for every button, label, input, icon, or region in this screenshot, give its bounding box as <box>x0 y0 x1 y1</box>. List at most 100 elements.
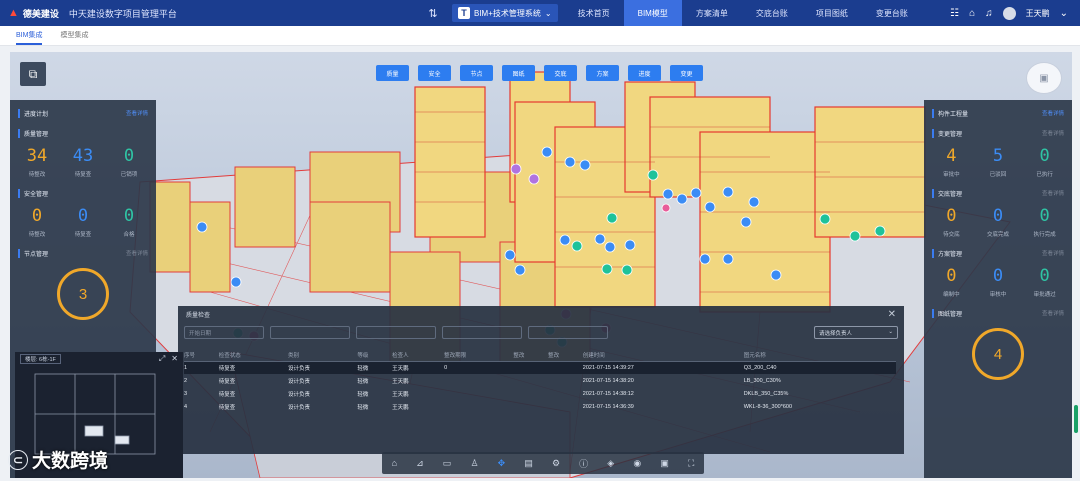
layer-filter-button[interactable]: 进度 <box>628 65 661 81</box>
close-icon[interactable]: ✕ <box>171 354 178 364</box>
scrollbar[interactable] <box>1074 405 1078 433</box>
column-header[interactable]: 图元名称 <box>743 349 896 362</box>
table-row[interactable]: 2 待复查 设计负责 轻微 王天鹏 2021-07-15 14:38:20 LB_300_C… <box>184 374 896 387</box>
column-header[interactable]: 序号 <box>184 349 219 362</box>
sub-tab[interactable]: BIM集成 <box>16 30 43 45</box>
walk-icon[interactable]: ♙ <box>470 458 478 469</box>
responsible-select[interactable]: 请选择负责人 ⌄ <box>814 326 898 339</box>
column-header[interactable]: 类别 <box>288 349 358 362</box>
table-filters: 开始日期 请选择负责人 ⌄ <box>178 322 904 343</box>
column-header[interactable]: 创建时间 <box>582 349 744 362</box>
sub-tab[interactable]: 模型集成 <box>60 30 88 45</box>
stat-item[interactable]: 0 交底完成 <box>979 206 1017 238</box>
username[interactable]: 王天鹏 <box>1026 8 1050 19</box>
filter-input[interactable] <box>442 326 522 339</box>
stat-item[interactable]: 0 审批通过 <box>1026 266 1064 298</box>
view-details-link[interactable]: 查看详情 <box>1042 109 1064 117</box>
stat-item[interactable]: 4 审批中 <box>932 146 970 178</box>
stat-item[interactable]: 0 待整改 <box>18 206 56 238</box>
table-cell: 2021-07-15 14:38:20 <box>582 377 634 384</box>
avatar[interactable] <box>1002 6 1016 20</box>
table-cell: WKL-8-36_300*600 <box>743 403 793 410</box>
view-details-link[interactable]: 查看详情 <box>126 109 148 117</box>
view-details-link[interactable]: 查看详情 <box>126 249 148 257</box>
close-icon[interactable]: ✕ <box>888 309 896 320</box>
view-details-link[interactable]: 查看详情 <box>1042 309 1064 317</box>
right-panel: 构件工程量 查看详情 变更管理 查看详情 4 审批中 5 已驳回 0 已执行 交底管理 查看详情 0 待交… <box>924 100 1072 478</box>
stat-item[interactable]: 0 待交底 <box>932 206 970 238</box>
explode-icon[interactable]: ◈ <box>607 458 614 469</box>
view-details-link[interactable]: 查看详情 <box>1042 129 1064 137</box>
layer-filter-button[interactable]: 安全 <box>418 65 451 81</box>
chevron-down-icon[interactable]: ⌄ <box>1060 8 1068 19</box>
layer-filter-button[interactable]: 变更 <box>670 65 703 81</box>
table-row[interactable]: 4 待复查 设计负责 轻微 王天鹏 2021-07-15 14:36:39 WKL-8-36… <box>184 400 896 413</box>
stat-item[interactable]: 0 已执行 <box>1026 146 1064 178</box>
column-header[interactable]: 检查状态 <box>218 349 289 362</box>
stat-item[interactable]: 5 已驳回 <box>979 146 1017 178</box>
table-row[interactable]: 3 待复查 设计负责 轻微 王天鹏 2021-07-15 14:38:12 DKLB_350… <box>184 387 896 400</box>
bell-icon[interactable]: ♫ <box>985 8 993 19</box>
layer-filter-button[interactable]: 交底 <box>544 65 577 81</box>
hierarchy-icon[interactable]: ⧉ <box>20 62 46 86</box>
nav-item[interactable]: 技术首页 <box>564 0 624 26</box>
column-header[interactable]: 检查人 <box>392 349 445 362</box>
nav-item[interactable]: 方案清单 <box>682 0 742 26</box>
brand: ▲ 德美建设 中天建设数字项目管理平台 <box>0 7 420 20</box>
layer-filter-button[interactable]: 图纸 <box>502 65 535 81</box>
floor-select[interactable]: 楼层: 6栋-1F <box>20 354 61 364</box>
panel-section-title: 安全管理 <box>18 188 48 198</box>
stat-item[interactable]: 0 编制中 <box>932 266 970 298</box>
table-cell <box>548 374 583 387</box>
nav-item[interactable]: 交底台账 <box>742 0 802 26</box>
layer-filter-button[interactable]: 方案 <box>586 65 619 81</box>
screenshot-icon[interactable]: ▣ <box>660 458 669 469</box>
section-icon[interactable]: ▭ <box>443 458 452 469</box>
stat-value: 0 <box>946 266 957 286</box>
column-header[interactable]: 整改 <box>548 349 583 362</box>
filter-input[interactable] <box>270 326 350 339</box>
panel-section-header: 节点管理 查看详情 <box>10 246 156 260</box>
switch-icon[interactable]: ⇅ <box>420 0 446 26</box>
home-icon[interactable]: ⌂ <box>969 8 975 19</box>
layer-filter-button[interactable]: 质量 <box>376 65 409 81</box>
nav-item[interactable]: 变更台账 <box>862 0 922 26</box>
camera-icon[interactable]: ◉ <box>633 458 641 469</box>
home-icon[interactable]: ⌂ <box>392 458 397 468</box>
filter-input[interactable] <box>528 326 608 339</box>
stat-item[interactable]: 34 待整改 <box>18 146 56 178</box>
chevron-down-icon: ⌄ <box>888 329 893 335</box>
layer-filter-button[interactable]: 节点 <box>460 65 493 81</box>
stat-value: 0 <box>31 206 43 226</box>
nav-item[interactable]: 项目图纸 <box>802 0 862 26</box>
stat-item[interactable]: 43 待复查 <box>64 146 102 178</box>
stat-item[interactable]: 0 待复查 <box>64 206 102 238</box>
view-details-link[interactable]: 查看详情 <box>1042 189 1064 197</box>
measure-icon[interactable]: ⊿ <box>416 458 424 469</box>
select-icon[interactable]: ✥ <box>498 458 506 469</box>
nav-item[interactable]: BIM模型 <box>623 0 682 26</box>
progress-ring: 3 <box>57 268 109 320</box>
settings-icon[interactable]: ⚙ <box>552 458 560 469</box>
column-header[interactable]: 等级 <box>357 349 393 362</box>
column-header[interactable]: 整改期限 <box>444 349 514 362</box>
properties-icon[interactable]: ▤ <box>524 458 533 469</box>
info-icon[interactable]: ⓘ <box>579 457 588 470</box>
stat-label: 待复查 <box>74 232 92 238</box>
filter-input[interactable]: 开始日期 <box>184 326 264 339</box>
stat-item[interactable]: 0 合格 <box>110 206 148 238</box>
stat-label: 待整改 <box>28 172 46 178</box>
menu-icon[interactable]: ☷ <box>950 8 959 19</box>
view-details-link[interactable]: 查看详情 <box>1042 249 1064 257</box>
filter-input[interactable] <box>356 326 436 339</box>
column-header[interactable]: 整改 <box>513 349 549 362</box>
view-cube-icon[interactable]: ▣ <box>1026 62 1062 94</box>
fullscreen-icon[interactable]: ⛶ <box>688 458 694 469</box>
stat-item[interactable]: 0 执行完成 <box>1026 206 1064 238</box>
expand-icon[interactable]: ⤢ <box>159 354 165 364</box>
stat-item[interactable]: 0 审核中 <box>979 266 1017 298</box>
system-select[interactable]: T BIM+技术管理系统 ⌄ <box>452 4 558 22</box>
table-row[interactable]: 1 待复查 设计负责 轻微 王天鹏 0 2021-07-15 14:39:27 Q3_200_… <box>184 361 896 374</box>
table-cell <box>444 400 513 413</box>
stat-item[interactable]: 0 已销项 <box>110 146 148 178</box>
